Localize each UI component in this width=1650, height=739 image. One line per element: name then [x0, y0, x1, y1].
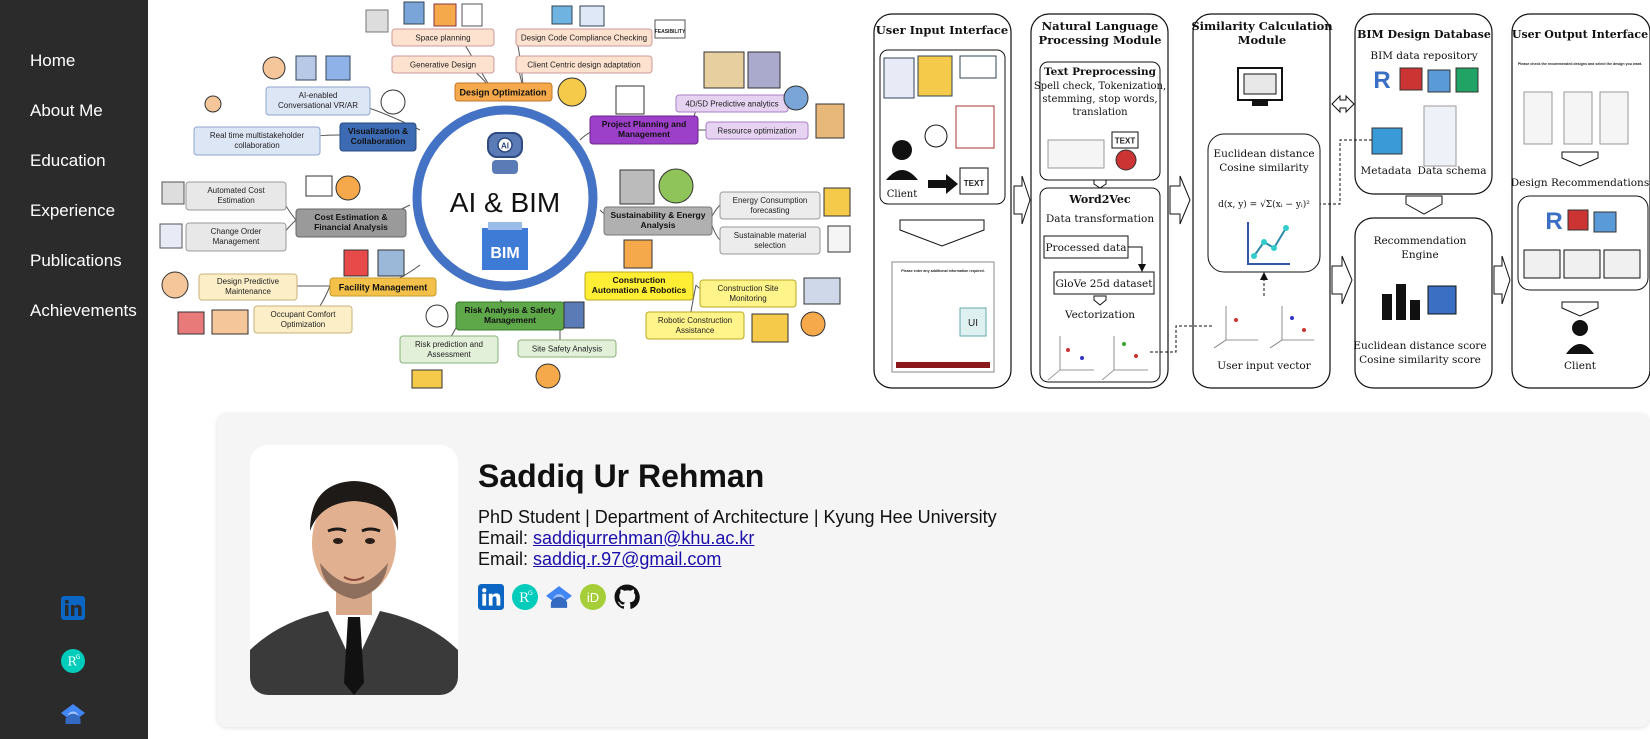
email-row-2: Email: saddiq.r.97@gmail.com — [478, 549, 721, 570]
profile-name: Saddiq Ur Rehman — [478, 458, 765, 494]
github-icon[interactable] — [614, 584, 640, 610]
item-resource-optimization: Resource optimization — [717, 127, 796, 136]
flow-col1-title: User Input Interface — [876, 23, 1009, 37]
bim-badge: BIM — [490, 245, 519, 262]
banner-figure: AI AI & BIM BIM Design Optimization Visu… — [148, 0, 1650, 396]
center-title: AI & BIM — [450, 187, 560, 218]
email-label: Email: — [478, 528, 529, 548]
item-change-order: Change Order Management — [211, 227, 262, 246]
researchgate-icon[interactable]: R G — [512, 584, 538, 610]
profile-subtitle: PhD Student | Department of Architecture… — [478, 507, 997, 527]
email-link-gmail[interactable]: saddiq.r.97@gmail.com — [533, 549, 721, 569]
flow-data-transformation: Data transformation — [1046, 213, 1154, 225]
email-label: Email: — [478, 549, 529, 569]
researchgate-icon[interactable]: R G — [61, 649, 85, 673]
linkedin-icon[interactable] — [478, 584, 504, 610]
flow-text-badge-2: TEXT — [1115, 137, 1136, 146]
item-site-safety: Site Safety Analysis — [532, 345, 602, 354]
flow-col2-title: Natural Language Processing Module — [1039, 19, 1162, 47]
google-scholar-icon[interactable] — [61, 702, 85, 726]
svg-text:G: G — [528, 589, 533, 597]
email-row-1: Email: saddiqurrehman@khu.ac.kr — [478, 528, 754, 549]
nav-education[interactable]: Education — [30, 151, 106, 171]
ai-recommendation-flow-diagram: User Input Interface Client TEXT Please … — [873, 13, 1650, 389]
nav-publications[interactable]: Publications — [30, 251, 122, 271]
flow-client-label: Client — [887, 189, 917, 200]
flow-processed-data: Processed data — [1045, 242, 1126, 254]
flow-text-preprocessing: Text Preprocessing — [1044, 66, 1157, 78]
flow-col5-title: User Output Interface — [1512, 28, 1648, 41]
revit-icon: R — [1373, 67, 1390, 94]
svg-text:iD: iD — [587, 590, 599, 605]
svg-text:G: G — [76, 654, 81, 661]
email-link-khu[interactable]: saddiqurrehman@khu.ac.kr — [533, 528, 754, 548]
category-cost-estimation: Cost Estimation & Financial Analysis — [314, 212, 388, 232]
linkedin-icon[interactable] — [61, 596, 85, 620]
flow-bim-repo: BIM data repository — [1370, 50, 1477, 62]
profile-photo — [250, 445, 458, 695]
flow-ui-badge: UI — [968, 318, 978, 329]
flow-form-caption: Please enter any additional information … — [901, 269, 984, 273]
flow-text-badge: TEXT — [964, 179, 985, 188]
flow-word2vec: Word2Vec — [1068, 193, 1130, 206]
nav-experience[interactable]: Experience — [30, 201, 115, 221]
flow-vectorization: Vectorization — [1064, 309, 1135, 321]
flow-metadata: Metadata — [1361, 165, 1412, 177]
flow-design-recs: Design Recommendations — [1511, 177, 1649, 189]
category-visualization: Visualization & Collaboration — [348, 126, 408, 146]
item-client-centric: Client Centric design adaptation — [527, 61, 640, 70]
flow-output-caption: Please check the recommended designs and… — [1518, 62, 1642, 66]
flow-client-label-2: Client — [1564, 360, 1597, 372]
flow-data-schema: Data schema — [1418, 165, 1487, 177]
item-4d5d: 4D/5D Predictive analytics — [685, 100, 778, 109]
category-design-optimization: Design Optimization — [459, 88, 546, 98]
item-design-code: Design Code Compliance Checking — [521, 34, 647, 43]
flow-user-input-vector: User input vector — [1217, 360, 1312, 372]
feasibility-label: FEASIBILITY — [655, 29, 686, 35]
google-scholar-icon[interactable] — [546, 584, 572, 610]
ai-badge: AI — [501, 142, 509, 151]
flow-col4-title: BIM Design Database — [1357, 28, 1491, 41]
revit-icon-2: R — [1545, 208, 1562, 235]
sidebar: Home About Me Education Experience Publi… — [0, 0, 148, 739]
orcid-icon[interactable]: iD — [580, 584, 606, 610]
nav-home[interactable]: Home — [30, 51, 75, 71]
item-predictive-maintenance: Design Predictive Maintenance — [217, 277, 280, 296]
nav-about-me[interactable]: About Me — [30, 101, 103, 121]
flow-distance-formula: d(x, y) = √Σ(xᵢ − yᵢ)² — [1218, 199, 1310, 210]
ai-bim-mindmap: AI AI & BIM BIM Design Optimization Visu… — [159, 1, 851, 389]
category-facility-management: Facility Management — [339, 283, 428, 293]
nav-achievements[interactable]: Achievements — [30, 301, 137, 321]
item-space-planning: Space planning — [415, 34, 470, 43]
flow-glove: GloVe 25d dataset — [1056, 278, 1154, 290]
item-generative-design: Generative Design — [410, 61, 476, 70]
